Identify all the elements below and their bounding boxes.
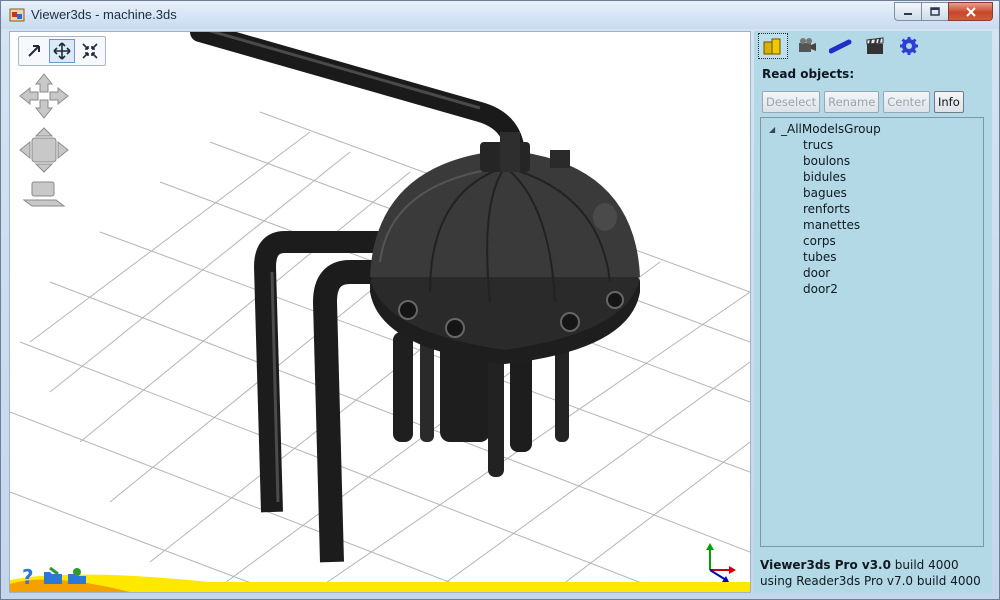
app-icon bbox=[9, 8, 25, 22]
tree-item[interactable]: trucs bbox=[761, 137, 983, 153]
maximize-button[interactable] bbox=[921, 2, 948, 21]
rename-button[interactable]: Rename bbox=[824, 91, 880, 113]
light-tab[interactable] bbox=[826, 33, 856, 59]
move-arrows-icon bbox=[53, 42, 71, 60]
fit-arrows-icon bbox=[82, 43, 98, 59]
side-panel: Read objects: Deselect Rename Center Inf… bbox=[754, 31, 992, 593]
close-icon bbox=[965, 6, 976, 17]
object-tree[interactable]: ◢ _AllModelsGroup trucs boulons bidules … bbox=[760, 117, 984, 547]
window-title: Viewer3ds - machine.3ds bbox=[31, 7, 177, 22]
tree-item[interactable]: corps bbox=[761, 233, 983, 249]
tree-item[interactable]: manettes bbox=[761, 217, 983, 233]
navigation-toolbar bbox=[18, 36, 106, 66]
scene-render[interactable] bbox=[10, 32, 751, 593]
reader-version: using Reader3ds Pro v7.0 build 4000 bbox=[760, 574, 981, 588]
clapperboard-icon bbox=[866, 37, 884, 54]
rotate-pad[interactable] bbox=[18, 126, 70, 174]
pan-pad[interactable] bbox=[18, 72, 70, 120]
objects-icon bbox=[763, 38, 781, 55]
maximize-icon bbox=[930, 7, 940, 16]
reload-icon[interactable] bbox=[66, 564, 88, 588]
tree-expand-icon[interactable]: ◢ bbox=[769, 125, 781, 134]
machine-model[interactable] bbox=[190, 32, 640, 563]
panel-tabs bbox=[758, 33, 924, 61]
info-button[interactable]: Info bbox=[934, 91, 964, 113]
pointer-icon bbox=[28, 45, 40, 57]
help-icon[interactable]: ? bbox=[18, 564, 40, 588]
svg-text:?: ? bbox=[22, 565, 34, 588]
minimize-button[interactable] bbox=[894, 2, 921, 21]
tree-item[interactable]: renforts bbox=[761, 201, 983, 217]
tree-item[interactable]: boulons bbox=[761, 153, 983, 169]
3d-viewport[interactable]: ? bbox=[9, 31, 751, 593]
pan-tool[interactable] bbox=[49, 39, 75, 63]
tree-item[interactable]: bidules bbox=[761, 169, 983, 185]
title-bar[interactable]: Viewer3ds - machine.3ds bbox=[1, 1, 999, 29]
product-name: Viewer3ds Pro v3.0 bbox=[760, 558, 891, 572]
zoom-pad[interactable] bbox=[18, 176, 70, 212]
camera-icon bbox=[799, 38, 816, 52]
zoom-extents-tool[interactable] bbox=[77, 39, 103, 63]
tree-item[interactable]: tubes bbox=[761, 249, 983, 265]
tree-root-node[interactable]: ◢ _AllModelsGroup bbox=[761, 121, 983, 137]
tree-item[interactable]: door bbox=[761, 265, 983, 281]
ground-grid bbox=[10, 111, 750, 592]
axis-gizmo bbox=[706, 543, 736, 582]
tree-item[interactable]: bagues bbox=[761, 185, 983, 201]
product-build: build 4000 bbox=[890, 558, 959, 572]
objects-tab[interactable] bbox=[758, 33, 788, 59]
open-file-icon[interactable] bbox=[42, 564, 64, 588]
tree-root-label: _AllModelsGroup bbox=[781, 122, 881, 136]
settings-tab[interactable] bbox=[894, 33, 924, 59]
close-button[interactable] bbox=[948, 2, 993, 21]
deselect-button[interactable]: Deselect bbox=[762, 91, 821, 113]
app-window: Viewer3ds - machine.3ds ? Read objects: … bbox=[0, 0, 1000, 600]
gear-icon bbox=[900, 37, 918, 55]
panel-heading: Read objects: bbox=[762, 67, 855, 81]
animation-tab[interactable] bbox=[860, 33, 890, 59]
center-button[interactable]: Center bbox=[883, 91, 930, 113]
select-tool[interactable] bbox=[21, 39, 47, 63]
camera-tab[interactable] bbox=[792, 33, 822, 59]
minimize-icon bbox=[904, 12, 912, 15]
bottom-accent-bar bbox=[10, 574, 750, 592]
tree-item[interactable]: door2 bbox=[761, 281, 983, 297]
status-text: Viewer3ds Pro v3.0 build 4000 using Read… bbox=[760, 557, 981, 589]
light-icon bbox=[829, 39, 852, 54]
